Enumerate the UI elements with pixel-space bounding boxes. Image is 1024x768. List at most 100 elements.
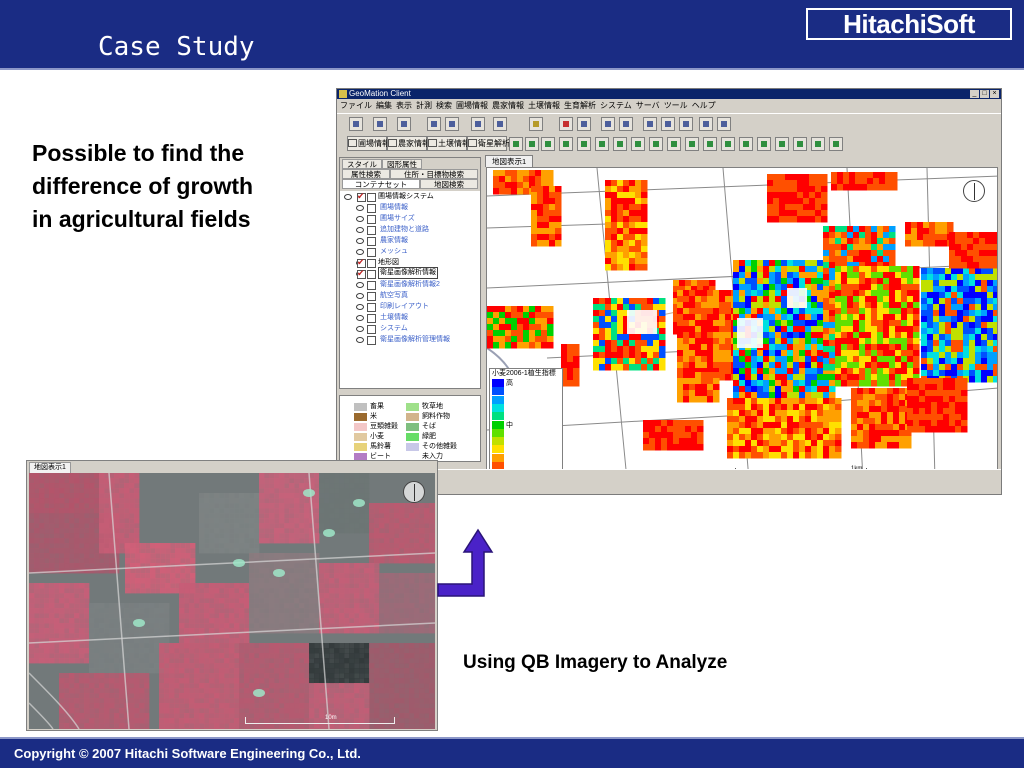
save-icon[interactable] xyxy=(397,117,411,131)
tree-checkbox[interactable] xyxy=(367,314,376,323)
layer-tool-icon[interactable] xyxy=(577,137,591,151)
analysis-map[interactable]: 小麦2006-1植生指標 高中低 1km xyxy=(486,167,998,479)
layer-tool-icon[interactable] xyxy=(525,137,539,151)
qb-satellite-image[interactable]: 10m xyxy=(29,473,435,729)
zoom-out-icon[interactable] xyxy=(619,117,633,131)
menu-item[interactable]: 生育解析 xyxy=(564,99,596,112)
layer-tool-icon[interactable] xyxy=(685,137,699,151)
layer-tool-icon[interactable] xyxy=(775,137,789,151)
tree-item[interactable]: 衛星画像解析情報2 xyxy=(340,279,480,290)
tree-checkbox[interactable] xyxy=(367,193,376,202)
layer-tool-icon[interactable] xyxy=(829,137,843,151)
tree-item[interactable]: ✔ 衛星画像解析情報 xyxy=(340,267,480,279)
layer-tool-icon[interactable] xyxy=(739,137,753,151)
visibility-eye-icon[interactable] xyxy=(356,238,364,244)
visibility-eye-icon[interactable] xyxy=(356,326,364,332)
menu-item[interactable]: 表示 xyxy=(396,99,412,112)
maximize-button[interactable]: □ xyxy=(980,90,989,98)
menu-item[interactable]: 編集 xyxy=(376,99,392,112)
tree-checkbox[interactable] xyxy=(367,292,376,301)
menu-item[interactable]: システム xyxy=(600,99,632,112)
tree-checkbox[interactable] xyxy=(367,325,376,334)
layer-tool-icon[interactable] xyxy=(721,137,735,151)
layer-tool-icon[interactable] xyxy=(595,137,609,151)
tree-checkbox[interactable] xyxy=(367,303,376,312)
tab-attribute-search[interactable]: 属性検索 xyxy=(342,169,390,179)
tree-item[interactable]: 土壌情報 xyxy=(340,312,480,323)
visibility-eye-icon[interactable] xyxy=(356,293,364,299)
layer-tool-icon[interactable] xyxy=(667,137,681,151)
layer-tool-icon[interactable] xyxy=(631,137,645,151)
tree-item[interactable]: 印刷レイアウト xyxy=(340,301,480,312)
tree-item[interactable]: メッシュ xyxy=(340,246,480,257)
tree-checkbox[interactable] xyxy=(367,248,376,257)
tree-item[interactable]: 圃場情報 xyxy=(340,202,480,213)
map-view-tab[interactable]: 地図表示1 xyxy=(485,155,534,167)
menu-item[interactable]: 圃場情報 xyxy=(456,99,488,112)
visibility-eye-icon[interactable] xyxy=(356,216,364,222)
rotate-icon[interactable] xyxy=(661,117,675,131)
visibility-eye-icon[interactable] xyxy=(356,282,364,288)
tree-checkbox[interactable] xyxy=(367,259,376,268)
tree-checkbox[interactable] xyxy=(367,226,376,235)
layer-tool-icon[interactable] xyxy=(509,137,523,151)
visibility-eye-icon[interactable] xyxy=(344,194,352,200)
visibility-eye-icon[interactable] xyxy=(356,227,364,233)
menu-item[interactable]: ファイル xyxy=(340,99,372,112)
layer-tab-farmer[interactable]: 農家情報 xyxy=(387,136,430,151)
layer-tab-field[interactable]: 圃場情報 xyxy=(347,136,390,151)
last-icon[interactable] xyxy=(577,117,591,131)
tree-item[interactable]: 航空写真 xyxy=(340,290,480,301)
minimize-button[interactable]: _ xyxy=(970,90,979,98)
layer-tool-icon[interactable] xyxy=(613,137,627,151)
tree-checkbox[interactable] xyxy=(367,281,376,290)
menu-item[interactable]: サーバ xyxy=(636,99,660,112)
tab-map-search[interactable]: 地図検索 xyxy=(420,179,478,189)
menu-item[interactable]: 検索 xyxy=(436,99,452,112)
visibility-eye-icon[interactable] xyxy=(356,205,364,211)
tree-checkbox[interactable] xyxy=(367,204,376,213)
tree-item[interactable]: システム xyxy=(340,323,480,334)
visibility-eye-icon[interactable] xyxy=(356,249,364,255)
menu-item[interactable]: 計測 xyxy=(416,99,432,112)
layer-tool-icon[interactable] xyxy=(811,137,825,151)
tab-container-set[interactable]: コンテナセット xyxy=(342,179,420,189)
menu-item[interactable]: ヘルプ xyxy=(692,99,716,112)
tab-style[interactable]: スタイル xyxy=(342,159,382,169)
refresh-icon[interactable] xyxy=(679,117,693,131)
close-button[interactable]: × xyxy=(990,90,999,98)
menu-item[interactable]: 土壌情報 xyxy=(528,99,560,112)
visibility-eye-icon[interactable] xyxy=(356,304,364,310)
layer-tool-icon[interactable] xyxy=(649,137,663,151)
undo-icon[interactable] xyxy=(427,117,441,131)
open-icon[interactable] xyxy=(373,117,387,131)
layer-tab-soil[interactable]: 土壌情報 xyxy=(427,136,470,151)
tree-root[interactable]: ✔ 圃場情報システム xyxy=(340,191,480,202)
redo-icon[interactable] xyxy=(445,117,459,131)
tree-item[interactable]: 追加建物と道路 xyxy=(340,224,480,235)
tree-checkbox[interactable] xyxy=(367,336,376,345)
layer-tool-icon[interactable] xyxy=(793,137,807,151)
layer-tool-icon[interactable] xyxy=(703,137,717,151)
layer-tool-icon[interactable] xyxy=(559,137,573,151)
layer-tool-icon[interactable] xyxy=(757,137,771,151)
first-icon[interactable] xyxy=(559,117,573,131)
pointer-icon[interactable] xyxy=(471,117,485,131)
pan-icon[interactable] xyxy=(643,117,657,131)
tree-checkbox[interactable] xyxy=(367,237,376,246)
grid-icon[interactable] xyxy=(529,117,543,131)
tab-shape-attributes[interactable]: 図形属性 xyxy=(382,159,422,169)
overview-icon[interactable] xyxy=(717,117,731,131)
tree-item[interactable]: 農家情報 xyxy=(340,235,480,246)
tree-item[interactable]: 衛星画像解析管理情報 xyxy=(340,334,480,345)
tree-item[interactable]: 圃場サイズ xyxy=(340,213,480,224)
zoom-area-icon[interactable] xyxy=(699,117,713,131)
zoom-in-icon[interactable] xyxy=(601,117,615,131)
layer-tool-icon[interactable] xyxy=(541,137,555,151)
layer-tab-satellite[interactable]: 衛星解析 xyxy=(467,136,510,151)
select-icon[interactable] xyxy=(493,117,507,131)
visibility-eye-icon[interactable] xyxy=(356,315,364,321)
tab-address-search[interactable]: 住所・目標物検索 xyxy=(390,169,478,179)
window-title-bar[interactable]: GeoMation Client _ □ × xyxy=(337,89,1001,99)
new-icon[interactable] xyxy=(349,117,363,131)
